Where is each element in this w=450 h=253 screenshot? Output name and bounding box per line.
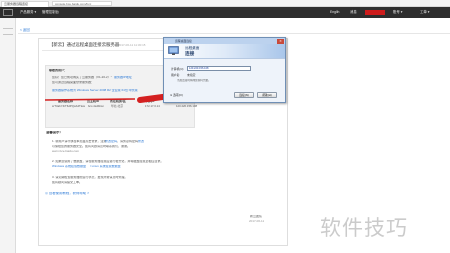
- tip-text: 3. 请定期检查服务器的运行状况，发现异常请及时处理。: [52, 176, 128, 179]
- user-account-badge[interactable]: [365, 10, 385, 15]
- nav-account-menu[interactable]: 账号 ▾: [393, 7, 402, 18]
- sidebar-item[interactable]: [3, 28, 13, 29]
- arrow-underline: [44, 98, 136, 101]
- credential-hint: 当您连接时将向您询问凭据。: [177, 79, 211, 82]
- nav-product-menu[interactable]: 产品服务 ▾: [20, 7, 36, 18]
- divider: [18, 33, 450, 34]
- tip-text: wwm.bce.baidu.com: [52, 150, 80, 153]
- remote-desktop-icon: [168, 46, 179, 55]
- close-icon[interactable]: ✕: [277, 38, 284, 44]
- tip-text: 1. 新用户请尽快在本页面点击登录，注意: [52, 140, 107, 143]
- signature: 新云团队: [250, 215, 263, 218]
- article-title: 【新云】通过远程桌面连接云服务器: [49, 42, 120, 47]
- linux-disk-link[interactable]: / Linux 系统挂载数据盘: [90, 165, 121, 169]
- signature-date: 2017-06-11: [249, 220, 265, 223]
- article-date: 2017-06-11 11:30:15: [118, 43, 146, 47]
- console-top-nav: 产品服务 ▾ 管理控制台 Englih 消息 账号 ▾ 工单 ▾: [0, 7, 450, 18]
- sidebar-item[interactable]: [3, 34, 13, 35]
- computer-input[interactable]: 120.220.156.108: [187, 66, 251, 71]
- modify-link[interactable]: 修改: [138, 140, 144, 144]
- tips-heading: 温馨提示：: [46, 131, 63, 134]
- computer-label: 计算机(C):: [171, 67, 185, 71]
- dialog-banner: [164, 44, 285, 59]
- tip-text: 以保障您的服务器安全。如有问题请及时联系我们，谢谢。: [52, 145, 131, 148]
- user-label: 用户名:: [171, 73, 181, 77]
- logo-icon[interactable]: [3, 9, 13, 16]
- nav-help-menu[interactable]: 工单 ▾: [420, 7, 429, 18]
- help-tutorial-link[interactable]: ◎ 查看使用教程，获得帮助 >: [45, 192, 89, 196]
- help-button[interactable]: 帮助(H): [257, 92, 277, 98]
- watermark: 软件技巧: [320, 216, 408, 240]
- windows-disk-link[interactable]: Windows 系统挂载数据盘: [52, 165, 86, 169]
- user-value: 未指定: [187, 73, 196, 77]
- tip-text: 如有疑问请提交工单。: [52, 181, 83, 184]
- left-sidebar: [0, 18, 16, 253]
- options-toggle[interactable]: ⊙ 选项(O): [170, 93, 183, 97]
- back-link[interactable]: < 返回: [20, 27, 30, 32]
- banner-subtitle: 连接: [185, 51, 195, 56]
- nav-messages[interactable]: 消息: [350, 7, 357, 18]
- tip-text: 2. 如果您使用了数据盘，请在服务器挂载后进行格式化，并将磁盘挂载至相应目录。: [52, 160, 164, 163]
- nav-console[interactable]: 管理控制台: [42, 7, 59, 18]
- change-password-link[interactable]: 修改密码: [105, 140, 117, 144]
- address-bar[interactable]: console.bce.baidu.com/bcc: [52, 1, 112, 6]
- tip-text: ，请务必将密码: [117, 140, 139, 143]
- nav-language[interactable]: Englih: [330, 7, 339, 18]
- connect-button[interactable]: 连接(N): [234, 92, 254, 98]
- greeting: 尊敬的用户：: [49, 69, 68, 72]
